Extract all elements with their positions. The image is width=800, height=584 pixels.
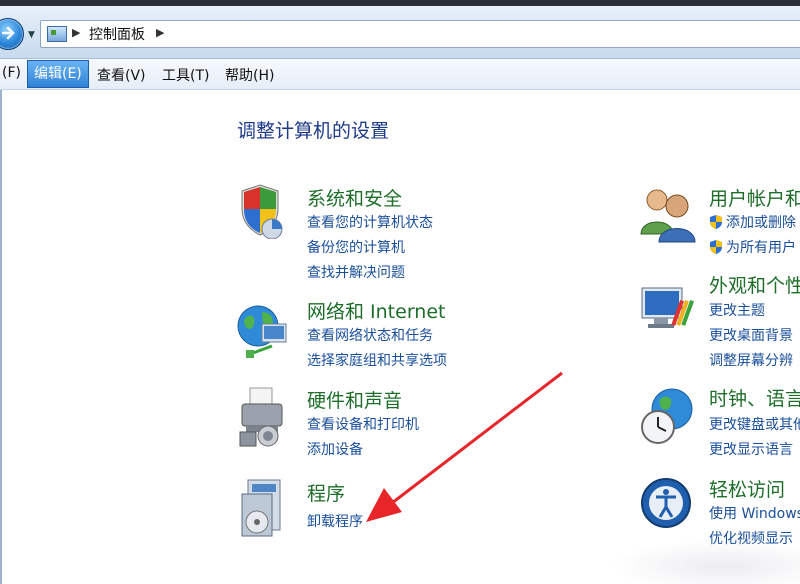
watermark-blur xyxy=(610,540,800,584)
annotation-arrow xyxy=(366,371,563,522)
